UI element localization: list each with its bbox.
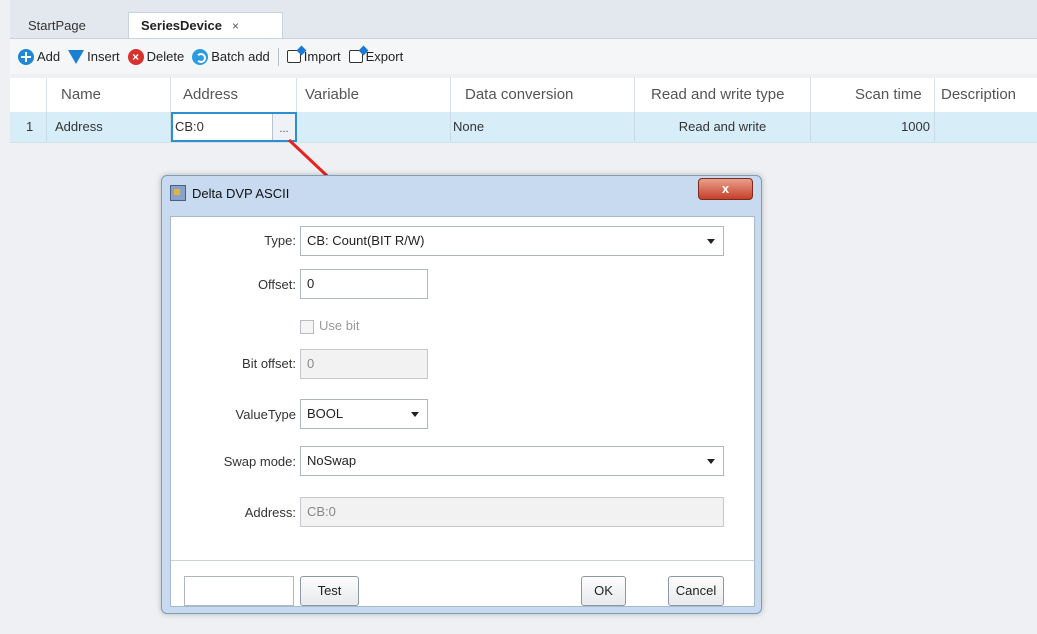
chevron-down-icon (411, 412, 419, 417)
close-icon[interactable]: x (698, 178, 753, 200)
use-bit-checkbox[interactable] (300, 320, 314, 334)
swap-mode-select[interactable]: NoSwap (300, 446, 724, 476)
dialog-body: Type: CB: Count(BIT R/W) Offset: 0 Use b… (170, 216, 755, 607)
type-select-value: CB: Count(BIT R/W) (307, 233, 425, 248)
value-type-label: ValueType (235, 407, 296, 422)
app-icon (170, 185, 186, 201)
swap-mode-label: Swap mode: (223, 454, 296, 469)
test-result-input[interactable] (184, 576, 294, 606)
use-bit-label: Use bit (319, 318, 360, 333)
value-type-select-value: BOOL (307, 406, 344, 421)
type-select[interactable]: CB: Count(BIT R/W) (300, 226, 724, 256)
address-readonly-field: CB:0 (300, 497, 724, 527)
chevron-down-icon (707, 459, 715, 464)
cancel-button[interactable]: Cancel (668, 576, 724, 606)
offset-label: Offset: (257, 277, 296, 292)
footer-divider (171, 560, 754, 561)
value-type-select[interactable]: BOOL (300, 399, 428, 429)
bit-offset-input[interactable]: 0 (300, 349, 428, 379)
delta-dvp-ascii-dialog: Delta DVP ASCII x Type: CB: Count(BIT R/… (161, 175, 762, 614)
dialog-title: Delta DVP ASCII (192, 185, 290, 201)
test-button[interactable]: Test (300, 576, 359, 606)
swap-mode-select-value: NoSwap (307, 453, 357, 468)
ok-button[interactable]: OK (581, 576, 626, 606)
bit-offset-label: Bit offset: (242, 356, 296, 371)
address-label: Address: (244, 505, 296, 520)
offset-input[interactable]: 0 (300, 269, 428, 299)
type-label: Type: (264, 233, 296, 248)
dialog-title-bar[interactable]: Delta DVP ASCII (170, 185, 289, 201)
chevron-down-icon (707, 239, 715, 244)
